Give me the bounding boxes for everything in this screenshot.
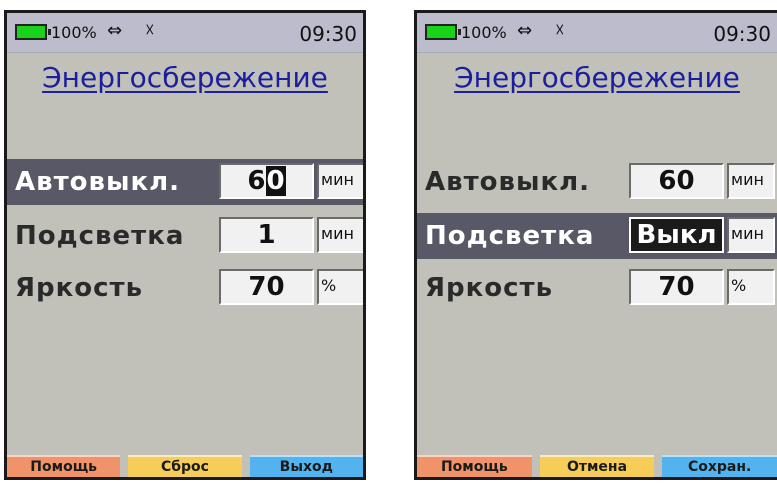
status-time: 09:30 xyxy=(299,22,357,46)
help-softkey[interactable]: Помощь xyxy=(7,455,121,477)
device-screen-1: 100% ⇔ ☓ 09:30 Энергосбережение Автовыкл… xyxy=(4,10,366,480)
setting-row-brightness[interactable]: Яркость 70 % xyxy=(7,265,363,311)
setting-label: Подсветка xyxy=(425,221,595,251)
brightness-value-field[interactable]: 70 xyxy=(219,269,314,305)
device-screen-2: 100% ⇔ ☓ 09:30 Энергосбережение Автовыкл… xyxy=(414,10,777,480)
backlight-value-field[interactable]: 1 xyxy=(219,217,314,253)
sensor-icon: ☓ xyxy=(555,20,565,41)
usb-icon: ⇔ xyxy=(517,20,533,41)
sensor-icon: ☓ xyxy=(145,20,155,41)
setting-label: Яркость xyxy=(15,273,144,303)
setting-row-auto-off[interactable]: Автовыкл. 60 мин xyxy=(417,159,777,205)
setting-row-backlight[interactable]: Подсветка Выкл мин xyxy=(417,213,777,259)
battery-level: 100% xyxy=(461,23,507,42)
reset-softkey[interactable]: Сброс xyxy=(128,455,242,477)
status-time: 09:30 xyxy=(713,22,771,46)
edit-cursor: 0 xyxy=(265,166,286,196)
unit-label: мин xyxy=(317,163,363,199)
softkey-bar: Помощь Отмена Сохран. xyxy=(417,455,777,477)
unit-label: мин xyxy=(727,163,775,199)
setting-label: Яркость xyxy=(425,273,554,303)
battery-level: 100% xyxy=(51,23,97,42)
softkey-bar: Помощь Сброс Выход xyxy=(7,455,363,477)
backlight-value-field[interactable]: Выкл xyxy=(629,217,724,253)
save-softkey[interactable]: Сохран. xyxy=(662,455,777,477)
setting-row-brightness[interactable]: Яркость 70 % xyxy=(417,265,777,311)
setting-row-backlight[interactable]: Подсветка 1 мин xyxy=(7,213,363,259)
cancel-softkey[interactable]: Отмена xyxy=(539,455,655,477)
help-softkey[interactable]: Помощь xyxy=(417,455,532,477)
setting-row-auto-off[interactable]: Автовыкл. 60 мин xyxy=(7,159,363,205)
status-bar: 100% ⇔ ☓ 09:30 xyxy=(417,13,777,53)
setting-label: Автовыкл. xyxy=(425,167,591,197)
unit-label: мин xyxy=(727,217,775,253)
exit-softkey[interactable]: Выход xyxy=(249,455,363,477)
unit-label: % xyxy=(317,269,363,305)
page-title: Энергосбережение xyxy=(454,61,740,94)
setting-label: Автовыкл. xyxy=(15,167,181,197)
usb-icon: ⇔ xyxy=(107,20,123,41)
unit-label: % xyxy=(727,269,775,305)
auto-off-value-field[interactable]: 60 xyxy=(219,163,314,199)
auto-off-value-field[interactable]: 60 xyxy=(629,163,724,199)
battery-icon xyxy=(425,24,461,40)
battery-icon xyxy=(15,24,51,40)
status-bar: 100% ⇔ ☓ 09:30 xyxy=(7,13,363,53)
brightness-value-field[interactable]: 70 xyxy=(629,269,724,305)
page-title: Энергосбережение xyxy=(42,61,328,94)
value-text: 6 xyxy=(247,166,266,196)
setting-label: Подсветка xyxy=(15,221,185,251)
unit-label: мин xyxy=(317,217,363,253)
